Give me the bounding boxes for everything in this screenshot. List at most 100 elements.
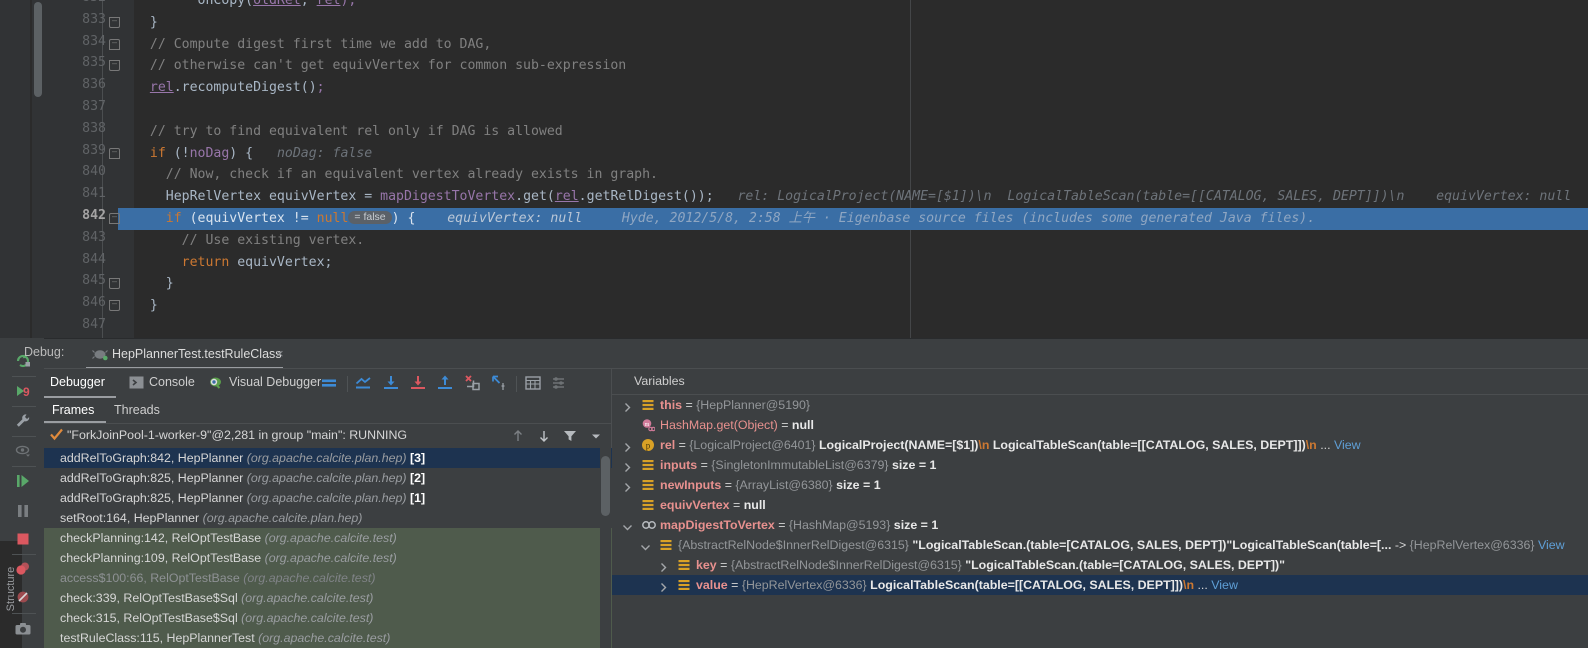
variable-row[interactable]: this = {HepPlanner@5190}: [612, 395, 1588, 415]
frame-row[interactable]: testRuleClass:115, HepPlannerTest (org.a…: [44, 628, 612, 648]
frame-row[interactable]: checkPlanning:142, RelOptTestBase (org.a…: [44, 528, 612, 548]
chevron-right-icon[interactable]: [622, 399, 633, 412]
variable-row[interactable]: newInputs = {ArrayList@6380} size = 1: [612, 475, 1588, 495]
view-link[interactable]: View: [1538, 538, 1565, 552]
filter-icon[interactable]: [563, 429, 577, 443]
code-line[interactable]: [0, 317, 1588, 339]
code-line[interactable]: if (equivVertex != null = false) { equivV…: [0, 208, 1588, 230]
view-link[interactable]: View: [1211, 578, 1238, 592]
chevron-down-icon[interactable]: [589, 429, 603, 443]
variable-row[interactable]: {AbstractRelNode$InnerRelDigest@6315} "L…: [612, 535, 1588, 555]
resume-icon[interactable]: [14, 472, 32, 490]
code-line[interactable]: }: [0, 273, 1588, 295]
variable-ref: {HashMap@5193}: [788, 518, 891, 532]
code-editor[interactable]: 832onCopy(oldRel, rel);833}834// Compute…: [0, 0, 1588, 338]
code-line[interactable]: if (!noDag) { noDag: false: [0, 143, 1588, 165]
mute-breakpoints-icon[interactable]: [320, 374, 338, 392]
variable-row[interactable]: mapDigestToVertex = {HashMap@5193} size …: [612, 515, 1588, 535]
frame-row[interactable]: addRelToGraph:842, HepPlanner (org.apach…: [44, 448, 612, 468]
variable-row[interactable]: value = {HepRelVertex@6336} LogicalTable…: [612, 575, 1588, 595]
variable-row[interactable]: key = {AbstractRelNode$InnerRelDigest@63…: [612, 555, 1588, 575]
code-lines[interactable]: 832onCopy(oldRel, rel);833}834// Compute…: [0, 0, 1588, 338]
code-line[interactable]: // Now, check if an equivalent vertex al…: [0, 164, 1588, 186]
variable-value: LogicalTableScan(table=[[CATALOG, SALES,…: [870, 578, 1184, 592]
code-line[interactable]: }: [0, 295, 1588, 317]
view-link[interactable]: View: [1334, 438, 1361, 452]
variable-text: mapDigestToVertex = {HashMap@5193} size …: [660, 515, 938, 535]
debug-session-tab[interactable]: HepPlannerTest.testRuleClass: [86, 342, 292, 368]
arrow-up-icon[interactable]: [511, 429, 525, 443]
variable-ref: {HepPlanner@5190}: [696, 398, 811, 412]
variable-row[interactable]: p rel = {LogicalProject@6401} LogicalProj…: [612, 435, 1588, 455]
view-breakpoints-icon[interactable]: [14, 560, 32, 578]
show-execution-point-icon[interactable]: [354, 374, 372, 392]
run-to-cursor-icon[interactable]: [490, 374, 508, 392]
chevron-down-icon[interactable]: [622, 519, 633, 531]
code-line[interactable]: rel.recomputeDigest();: [0, 77, 1588, 99]
frame-package: (org.apache.calcite.test): [258, 631, 391, 645]
frame-row[interactable]: addRelToGraph:825, HepPlanner (org.apach…: [44, 468, 612, 488]
variable-ref: {HepRelVertex@6336}: [741, 578, 867, 592]
layout-settings-icon[interactable]: [550, 374, 568, 392]
breakpoints-icon[interactable]: 9: [14, 382, 32, 400]
frames-list[interactable]: addRelToGraph:842, HepPlanner (org.apach…: [44, 448, 612, 648]
code-line[interactable]: // Use existing vertex.: [0, 230, 1588, 252]
frame-row[interactable]: addRelToGraph:825, HepPlanner (org.apach…: [44, 488, 612, 508]
frame-row[interactable]: check:315, RelOptTestBase$Sql (org.apach…: [44, 608, 612, 628]
chevron-down-icon[interactable]: [640, 539, 651, 551]
chevron-right-icon[interactable]: [622, 439, 633, 452]
settings-wrench-icon[interactable]: [14, 412, 32, 430]
param-icon: p: [641, 438, 655, 452]
code-line[interactable]: // otherwise can't get equivVertex for c…: [0, 55, 1588, 77]
chevron-right-icon[interactable]: [658, 579, 669, 592]
frame-package: (org.apache.calcite.test): [264, 551, 397, 565]
step-out-icon[interactable]: [436, 374, 454, 392]
variable-text: equivVertex = null: [660, 495, 766, 515]
variable-text: newInputs = {ArrayList@6380} size = 1: [660, 475, 881, 495]
inline-value-chip[interactable]: = false: [348, 211, 392, 224]
tab-debugger[interactable]: Debugger: [50, 375, 105, 389]
code-line[interactable]: // try to find equivalent rel only if DA…: [0, 121, 1588, 143]
chevron-right-icon[interactable]: [622, 459, 633, 472]
frame-row[interactable]: setRoot:164, HepPlanner (org.apache.calc…: [44, 508, 612, 528]
step-into-icon[interactable]: [409, 374, 427, 392]
code-line[interactable]: [0, 99, 1588, 121]
evaluate-expression-icon[interactable]: [524, 374, 542, 392]
camera-icon[interactable]: [14, 620, 32, 638]
tab-frames[interactable]: Frames: [52, 403, 94, 417]
console-icon[interactable]: [129, 375, 147, 393]
code-line[interactable]: // Compute digest first time we add to D…: [0, 34, 1588, 56]
pause-icon[interactable]: [14, 502, 32, 520]
tab-visual-debugger[interactable]: Visual Debugger: [229, 375, 321, 389]
variable-row[interactable]: inputs = {SingletonImmutableList@6379} s…: [612, 455, 1588, 475]
arrow-down-icon[interactable]: [537, 429, 551, 443]
frame-package: (org.apache.calcite.test): [264, 531, 397, 545]
code-line[interactable]: HepRelVertex equivVertex = mapDigestToVe…: [0, 186, 1588, 208]
close-icon[interactable]: ×: [276, 346, 284, 361]
force-step-into-icon[interactable]: [463, 374, 481, 392]
code-line[interactable]: }: [0, 12, 1588, 34]
step-over-icon[interactable]: [382, 374, 400, 392]
tab-console[interactable]: Console: [149, 375, 195, 389]
mute-breakpoints-strip-icon[interactable]: [14, 588, 32, 606]
visual-debugger-icon[interactable]: [207, 374, 225, 392]
variable-row[interactable]: m HashMap.get(Object) = null: [612, 415, 1588, 435]
frame-row[interactable]: access$100:66, RelOptTestBase (org.apach…: [44, 568, 612, 588]
tab-threads[interactable]: Threads: [114, 403, 160, 417]
code-line[interactable]: onCopy(oldRel, rel);: [0, 0, 1588, 12]
chevron-right-icon[interactable]: [622, 479, 633, 492]
variable-name: inputs: [660, 458, 698, 472]
frame-name: testRuleClass:115, HepPlannerTest: [60, 631, 255, 645]
thread-selector[interactable]: "ForkJoinPool-1-worker-9"@2,281 in group…: [44, 424, 612, 448]
code-line[interactable]: return equivVertex;: [0, 252, 1588, 274]
frame-row[interactable]: checkPlanning:109, RelOptTestBase (org.a…: [44, 548, 612, 568]
frame-row[interactable]: check:339, RelOptTestBase$Sql (org.apach…: [44, 588, 612, 608]
frames-scrollbar-thumb[interactable]: [601, 456, 610, 516]
variable-row[interactable]: equivVertex = null: [612, 495, 1588, 515]
svg-text:p: p: [646, 441, 651, 451]
chevron-right-icon[interactable]: [658, 559, 669, 572]
watches-eye-icon[interactable]: [14, 442, 32, 460]
variables-tree[interactable]: this = {HepPlanner@5190} m HashMap.get(Obj…: [612, 395, 1588, 648]
variable-value: "LogicalTableScan.(table=[CATALOG, SALES…: [912, 538, 1233, 552]
stop-icon[interactable]: [14, 530, 32, 548]
